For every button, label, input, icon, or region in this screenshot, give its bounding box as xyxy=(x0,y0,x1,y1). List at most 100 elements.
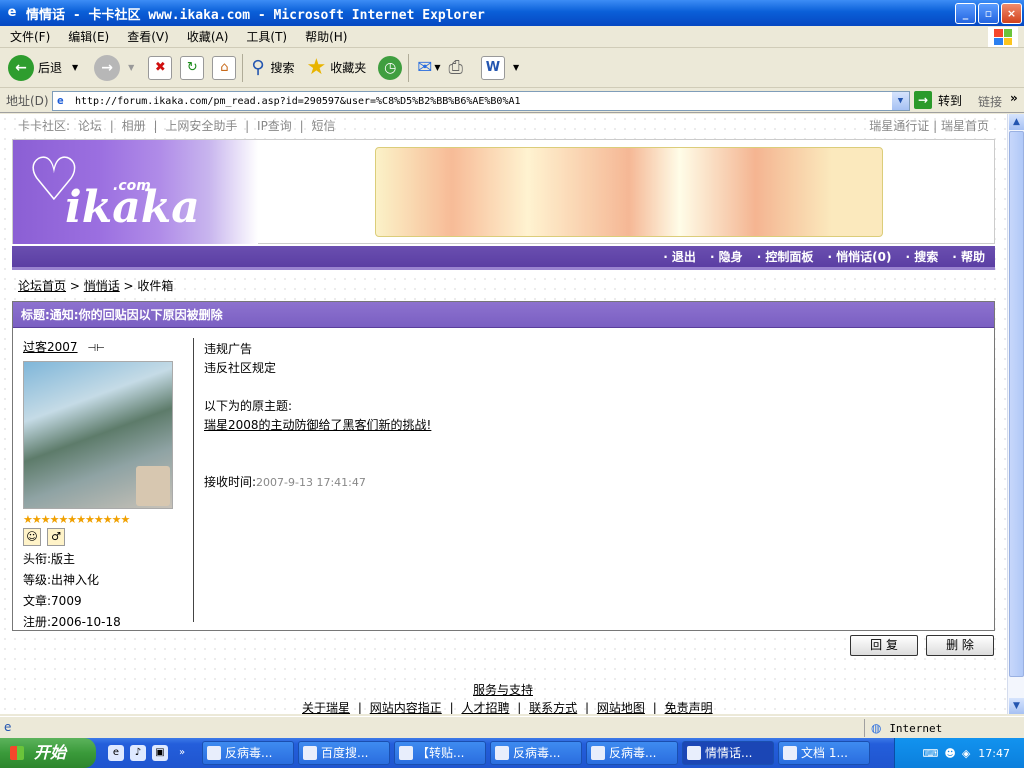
task-button[interactable]: 百度搜... xyxy=(298,741,390,765)
menu-help[interactable]: 帮助(H) xyxy=(305,28,347,45)
user-register-date: 注册:2006-10-18 xyxy=(23,615,121,629)
home-button[interactable]: ⌂ xyxy=(212,52,237,84)
maximize-button[interactable]: ▫ xyxy=(978,3,999,24)
passport-link[interactable]: 瑞星通行证 xyxy=(869,119,929,133)
history-icon: ◷ xyxy=(378,55,403,80)
zone-label: Internet xyxy=(889,722,943,735)
chevron-right-icon[interactable]: » xyxy=(174,745,190,761)
edit-button[interactable]: W ▼ xyxy=(480,52,519,84)
stop-button[interactable]: ✖ xyxy=(148,52,173,84)
rising-home-link[interactable]: 瑞星首页 xyxy=(941,119,989,133)
mail-button[interactable]: ✉ ▼ xyxy=(417,52,440,84)
scroll-up-icon[interactable]: ▲ xyxy=(1009,114,1024,130)
menu-view[interactable]: 查看(V) xyxy=(127,28,169,45)
back-dropdown-icon[interactable]: ▼ xyxy=(72,63,78,72)
task-button[interactable]: 反病毒... xyxy=(202,741,294,765)
receive-time-value: 2007-9-13 17:41:47 xyxy=(256,476,366,489)
keyboard-icon[interactable]: ⌨ xyxy=(922,747,938,760)
address-input[interactable]: e http://forum.ikaka.com/pm_read.asp?id=… xyxy=(52,91,910,111)
footer-disclaimer[interactable]: 免责声明 xyxy=(665,701,713,714)
footer-sitemap[interactable]: 网站地图 xyxy=(597,701,645,714)
nav-search[interactable]: · 搜索 xyxy=(906,248,939,265)
ie-launch-icon[interactable]: e xyxy=(108,745,124,761)
task-button[interactable]: 反病毒... xyxy=(586,741,678,765)
original-topic-link[interactable]: 瑞星2008的主动防御给了黑客们新的挑战! xyxy=(204,416,431,435)
forward-dropdown-icon[interactable]: ▼ xyxy=(128,63,134,72)
user-badges: ☺ ♂ xyxy=(23,528,188,546)
favorites-button[interactable]: ★ 收藏夹 xyxy=(307,52,367,84)
start-button[interactable]: 开始 xyxy=(0,738,96,768)
go-button[interactable]: → 转到 xyxy=(914,91,962,109)
top-nav: 卡卡社区: 论坛 | 相册 | 上网安全助手 | IP查询 | 短信 xyxy=(18,117,340,134)
history-button[interactable]: ◷ xyxy=(378,52,403,84)
links-label[interactable]: 链接 xyxy=(978,93,1002,110)
task-button[interactable]: 反病毒... xyxy=(490,741,582,765)
task-button[interactable]: 【转贴... xyxy=(394,741,486,765)
ikaka-logo[interactable]: ♡ .com ikaka xyxy=(13,140,258,244)
top-nav-album[interactable]: 相册 xyxy=(122,119,146,133)
toolbar: ← 后退 ▼ → ▼ ✖ ↻ ⌂ ⚲ 搜索 ★ 收藏夹 ◷ ✉ ▼ ⎙ W ▼ xyxy=(0,48,1024,88)
media-launch-icon[interactable]: ♪ xyxy=(130,745,146,761)
reason-line-1: 违规广告 xyxy=(204,342,253,356)
footer-sep: | xyxy=(449,701,454,714)
top-nav-ip-query[interactable]: IP查询 xyxy=(257,119,292,133)
task-label: 反病毒... xyxy=(609,746,657,760)
task-button-active[interactable]: 情情话... xyxy=(682,741,774,765)
title-bar: e 情情话 - 卡卡社区 www.ikaka.com - Microsoft I… xyxy=(0,0,1024,26)
toolbar-separator xyxy=(242,53,244,82)
crumb-pm[interactable]: 悄悄话 xyxy=(84,279,120,293)
menu-file[interactable]: 文件(F) xyxy=(10,28,50,45)
user-title: 头衔:版主 xyxy=(23,552,76,566)
footer-content-correction[interactable]: 网站内容指正 xyxy=(370,701,442,714)
back-button[interactable]: ← 后退 ▼ xyxy=(8,52,78,84)
nav-help[interactable]: · 帮助 xyxy=(952,248,985,265)
advertisement-banner[interactable] xyxy=(375,147,883,237)
minimize-button[interactable]: _ xyxy=(955,3,976,24)
refresh-button[interactable]: ↻ xyxy=(180,52,205,84)
service-support-link[interactable]: 服务与支持 xyxy=(473,681,533,698)
word-edit-icon: W xyxy=(480,55,505,80)
delete-button[interactable]: 删 除 xyxy=(926,635,994,656)
footer-contact[interactable]: 联系方式 xyxy=(529,701,577,714)
print-icon: ⎙ xyxy=(448,57,463,78)
reason-line-2: 违反社区规定 xyxy=(204,361,277,375)
search-button[interactable]: ⚲ 搜索 xyxy=(251,52,294,84)
qq-icon[interactable]: ☻ xyxy=(944,747,955,760)
menu-tools[interactable]: 工具(T) xyxy=(246,28,287,45)
top-nav-sms[interactable]: 短信 xyxy=(312,119,336,133)
scroll-thumb[interactable] xyxy=(1009,131,1024,677)
logo-text: ikaka xyxy=(65,182,200,233)
network-icon[interactable]: ◈ xyxy=(962,747,970,760)
go-label: 转到 xyxy=(938,93,963,108)
quick-launch: e ♪ ▣ » xyxy=(108,745,190,761)
menu-bar: 文件(F) 编辑(E) 查看(V) 收藏(A) 工具(T) 帮助(H) xyxy=(0,26,1024,48)
search-label: 搜索 xyxy=(270,61,295,75)
vertical-scrollbar[interactable]: ▲ ▼ xyxy=(1007,114,1024,714)
nav-logout[interactable]: · 退出 xyxy=(663,248,696,265)
address-dropdown-icon[interactable]: ▼ xyxy=(892,92,909,110)
address-label: 地址(D) xyxy=(6,94,49,108)
task-label: 反病毒... xyxy=(513,746,561,760)
scroll-down-icon[interactable]: ▼ xyxy=(1009,698,1024,714)
close-button[interactable]: × xyxy=(1001,3,1022,24)
nav-control-panel[interactable]: · 控制面板 xyxy=(757,248,814,265)
sender-name[interactable]: 过客2007 xyxy=(23,340,78,354)
crumb-inbox: 收件箱 xyxy=(137,279,174,293)
print-button[interactable]: ⎙ xyxy=(449,52,463,84)
top-nav-security-helper[interactable]: 上网安全助手 xyxy=(165,119,237,133)
top-nav-forum[interactable]: 论坛 xyxy=(78,119,102,133)
nav-invisible[interactable]: · 隐身 xyxy=(710,248,743,265)
nav-private-messages[interactable]: · 悄悄话(0) xyxy=(827,248,891,265)
chevron-right-icon[interactable]: » xyxy=(1010,91,1018,105)
desktop-launch-icon[interactable]: ▣ xyxy=(152,745,168,761)
forward-button[interactable]: → ▼ xyxy=(94,52,134,84)
task-button[interactable]: 文档 1... xyxy=(778,741,870,765)
reply-button[interactable]: 回 复 xyxy=(850,635,918,656)
footer-jobs[interactable]: 人才招聘 xyxy=(461,701,509,714)
back-label: 后退 xyxy=(38,61,63,75)
crumb-forum-home[interactable]: 论坛首页 xyxy=(18,279,66,293)
message-panel: 标题:通知:你的回贴因以下原因被删除 过客2007 ⊣⊢ ★★★★★★★★★★★… xyxy=(12,301,995,631)
footer-about[interactable]: 关于瑞星 xyxy=(302,701,350,714)
menu-edit[interactable]: 编辑(E) xyxy=(68,28,109,45)
menu-favorites[interactable]: 收藏(A) xyxy=(187,28,229,45)
